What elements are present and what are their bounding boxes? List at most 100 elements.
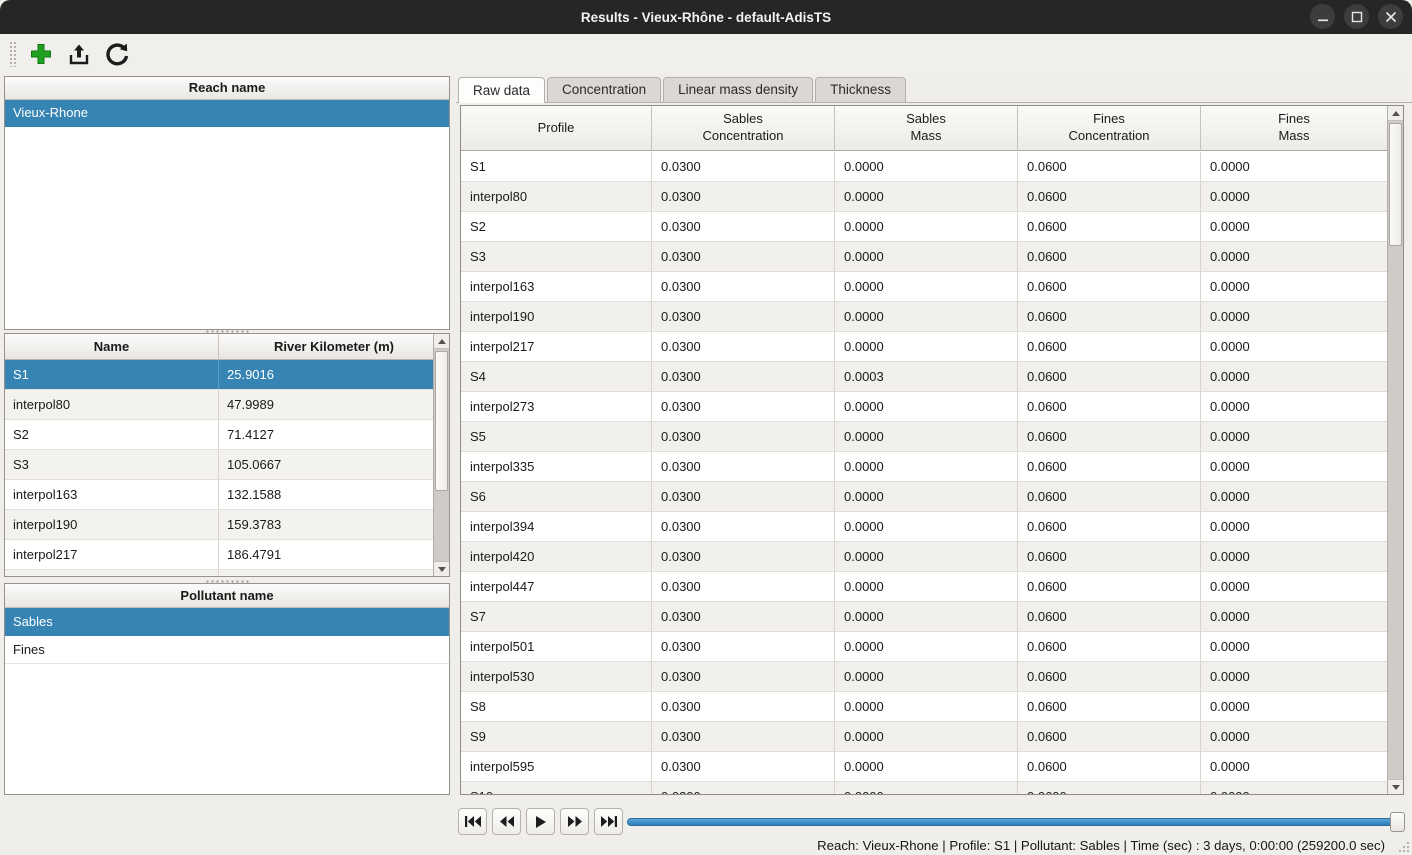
- pollutant-item-fines[interactable]: Fines: [5, 636, 449, 664]
- fines-mass-cell[interactable]: 0.0000: [1201, 422, 1387, 451]
- sables-mass-cell[interactable]: 0.0000: [835, 272, 1018, 301]
- fines-concentration-cell[interactable]: 0.0600: [1018, 662, 1201, 691]
- profile-cell[interactable]: interpol447: [461, 572, 652, 601]
- results-row-interpol273[interactable]: interpol2730.03000.00000.06000.0000: [461, 392, 1387, 422]
- refresh-button[interactable]: [104, 41, 130, 67]
- profile-cell[interactable]: interpol595: [461, 752, 652, 781]
- profile-name-cell[interactable]: S3: [5, 450, 219, 479]
- sables-concentration-cell[interactable]: 0.0300: [652, 452, 835, 481]
- results-row-s8[interactable]: S80.03000.00000.06000.0000: [461, 692, 1387, 722]
- sables-concentration-cell[interactable]: 0.0300: [652, 212, 835, 241]
- profile-km-cell[interactable]: 186.4791: [219, 540, 433, 569]
- fines-concentration-cell[interactable]: 0.0600: [1018, 362, 1201, 391]
- fines-concentration-cell[interactable]: 0.0600: [1018, 542, 1201, 571]
- sables-mass-cell[interactable]: 0.0000: [835, 182, 1018, 211]
- sables-mass-cell[interactable]: 0.0000: [835, 242, 1018, 271]
- time-slider-track[interactable]: [627, 818, 1405, 826]
- fines-mass-cell[interactable]: 0.0000: [1201, 542, 1387, 571]
- tab-linear-mass-density[interactable]: Linear mass density: [663, 77, 813, 102]
- sables-mass-cell[interactable]: 0.0000: [835, 752, 1018, 781]
- sables-concentration-cell[interactable]: 0.0300: [652, 422, 835, 451]
- results-row-s3[interactable]: S30.03000.00000.06000.0000: [461, 242, 1387, 272]
- fines-concentration-cell[interactable]: 0.0600: [1018, 332, 1201, 361]
- fines-concentration-cell[interactable]: 0.0600: [1018, 152, 1201, 181]
- skip-to-start-button[interactable]: [458, 808, 487, 835]
- profile-cell[interactable]: S7: [461, 602, 652, 631]
- fines-mass-cell[interactable]: 0.0000: [1201, 212, 1387, 241]
- add-button[interactable]: [28, 41, 54, 67]
- sables-mass-cell[interactable]: 0.0000: [835, 482, 1018, 511]
- fines-mass-cell[interactable]: 0.0000: [1201, 242, 1387, 271]
- fines-mass-cell[interactable]: 0.0000: [1201, 782, 1387, 794]
- column-header-sables-mass[interactable]: Sables Mass: [835, 106, 1018, 150]
- profile-row-s2[interactable]: S271.4127: [5, 420, 433, 450]
- sables-concentration-cell[interactable]: 0.0300: [652, 182, 835, 211]
- scroll-up-button[interactable]: [434, 334, 449, 349]
- fines-mass-cell[interactable]: 0.0000: [1201, 362, 1387, 391]
- profile-row-s1[interactable]: S125.9016: [5, 360, 433, 390]
- sables-mass-cell[interactable]: 0.0000: [835, 512, 1018, 541]
- profile-cell[interactable]: S9: [461, 722, 652, 751]
- fines-mass-cell[interactable]: 0.0000: [1201, 662, 1387, 691]
- sables-mass-cell[interactable]: 0.0000: [835, 422, 1018, 451]
- fines-mass-cell[interactable]: 0.0000: [1201, 182, 1387, 211]
- profile-km-cell[interactable]: 105.0667: [219, 450, 433, 479]
- fines-mass-cell[interactable]: 0.0000: [1201, 302, 1387, 331]
- resize-grip[interactable]: [1397, 840, 1410, 853]
- sables-mass-cell[interactable]: 0.0000: [835, 782, 1018, 794]
- profile-cell[interactable]: interpol217: [461, 332, 652, 361]
- profile-km-cell[interactable]: 132.1588: [219, 480, 433, 509]
- sables-concentration-cell[interactable]: 0.0300: [652, 692, 835, 721]
- results-row-s6[interactable]: S60.03000.00000.06000.0000: [461, 482, 1387, 512]
- fines-concentration-cell[interactable]: 0.0600: [1018, 572, 1201, 601]
- scroll-down-button[interactable]: [1388, 779, 1403, 794]
- minimize-button[interactable]: [1310, 4, 1335, 29]
- fines-mass-cell[interactable]: 0.0000: [1201, 632, 1387, 661]
- profile-name-cell[interactable]: S1: [5, 360, 219, 389]
- scroll-down-button[interactable]: [434, 561, 449, 576]
- scrollbar-thumb[interactable]: [1389, 123, 1402, 246]
- results-row-interpol447[interactable]: interpol4470.03000.00000.06000.0000: [461, 572, 1387, 602]
- profile-km-cell[interactable]: 71.4127: [219, 420, 433, 449]
- profile-cell[interactable]: S4: [461, 362, 652, 391]
- column-header-fines-concentration[interactable]: Fines Concentration: [1018, 106, 1201, 150]
- column-header-name[interactable]: Name: [5, 334, 219, 359]
- fines-concentration-cell[interactable]: 0.0600: [1018, 422, 1201, 451]
- sables-concentration-cell[interactable]: 0.0300: [652, 332, 835, 361]
- profile-cell[interactable]: interpol163: [461, 272, 652, 301]
- fines-mass-cell[interactable]: 0.0000: [1201, 752, 1387, 781]
- toolbar-drag-handle[interactable]: [9, 41, 16, 67]
- profile-cell[interactable]: interpol80: [461, 182, 652, 211]
- scrollbar-thumb[interactable]: [435, 351, 448, 491]
- sables-mass-cell[interactable]: 0.0000: [835, 542, 1018, 571]
- results-row-interpol335[interactable]: interpol3350.03000.00000.06000.0000: [461, 452, 1387, 482]
- results-row-interpol80[interactable]: interpol800.03000.00000.06000.0000: [461, 182, 1387, 212]
- fines-mass-cell[interactable]: 0.0000: [1201, 572, 1387, 601]
- profile-cell[interactable]: S5: [461, 422, 652, 451]
- close-button[interactable]: [1378, 4, 1403, 29]
- fines-concentration-cell[interactable]: 0.0600: [1018, 392, 1201, 421]
- sables-mass-cell[interactable]: 0.0000: [835, 152, 1018, 181]
- profile-cell[interactable]: S3: [461, 242, 652, 271]
- sables-mass-cell[interactable]: 0.0000: [835, 302, 1018, 331]
- sables-mass-cell[interactable]: 0.0000: [835, 392, 1018, 421]
- results-row-interpol163[interactable]: interpol1630.03000.00000.06000.0000: [461, 272, 1387, 302]
- profile-name-cell[interactable]: S4: [5, 570, 219, 576]
- sables-mass-cell[interactable]: 0.0000: [835, 632, 1018, 661]
- profile-name-cell[interactable]: interpol80: [5, 390, 219, 419]
- column-header-fines-mass[interactable]: Fines Mass: [1201, 106, 1387, 150]
- fines-concentration-cell[interactable]: 0.0600: [1018, 722, 1201, 751]
- results-row-s1[interactable]: S10.03000.00000.06000.0000: [461, 152, 1387, 182]
- sables-mass-cell[interactable]: 0.0000: [835, 602, 1018, 631]
- sables-concentration-cell[interactable]: 0.0300: [652, 362, 835, 391]
- sables-mass-cell[interactable]: 0.0000: [835, 452, 1018, 481]
- fines-mass-cell[interactable]: 0.0000: [1201, 272, 1387, 301]
- profile-cell[interactable]: S1: [461, 152, 652, 181]
- profile-name-cell[interactable]: S2: [5, 420, 219, 449]
- fines-concentration-cell[interactable]: 0.0600: [1018, 782, 1201, 794]
- sables-concentration-cell[interactable]: 0.0300: [652, 632, 835, 661]
- sables-concentration-cell[interactable]: 0.0300: [652, 272, 835, 301]
- fines-concentration-cell[interactable]: 0.0600: [1018, 602, 1201, 631]
- profile-cell[interactable]: S8: [461, 692, 652, 721]
- profile-km-cell[interactable]: 213.4089: [219, 570, 433, 576]
